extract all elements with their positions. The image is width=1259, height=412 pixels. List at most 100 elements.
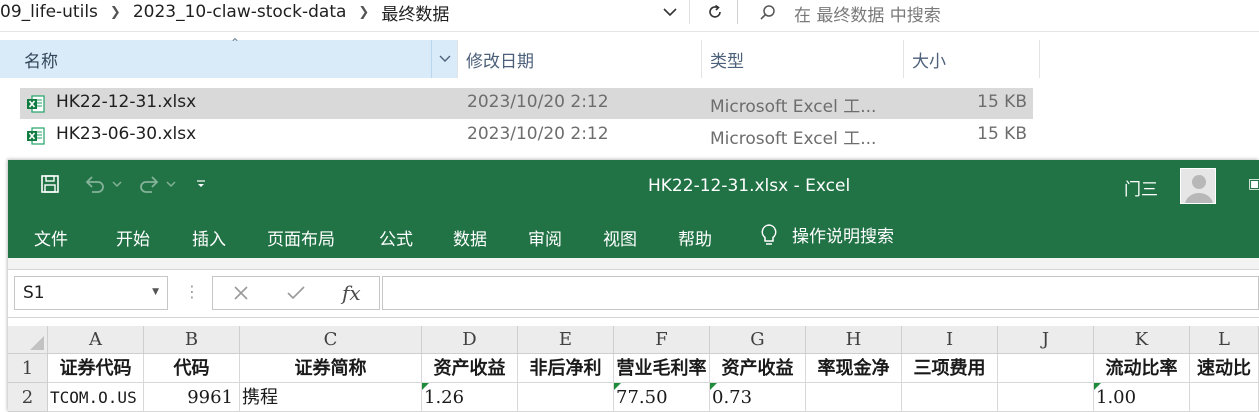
cell-f1[interactable]: 营业毛利率	[614, 354, 710, 383]
insert-function-button[interactable]: fx	[324, 277, 379, 309]
column-header-g[interactable]: G	[710, 326, 806, 354]
column-header-j[interactable]: J	[998, 326, 1094, 354]
cell-j1[interactable]	[998, 354, 1094, 383]
redo-dropdown[interactable]	[166, 181, 176, 188]
cell-value: 1.26	[424, 387, 465, 408]
user-icon	[1185, 175, 1213, 203]
breadcrumb-item[interactable]: 09_life-utils	[0, 2, 98, 22]
worksheet-grid: ABCDEFGHIJKL 1 2 证券代码 代码 证券简称 资产收益 非后净利 营业毛利率 资产…	[8, 326, 1259, 412]
chevron-right-icon: ❯	[109, 4, 121, 20]
cell-d1[interactable]: 资产收益	[422, 354, 518, 383]
cell-h2[interactable]	[806, 383, 902, 412]
excel-window: HK22-12-31.xlsx - Excel 门三 ▣ 文件 开始 插入 页面…	[8, 160, 1259, 412]
cell-l1[interactable]: 速动比	[1190, 354, 1259, 383]
cell-i1[interactable]: 三项费用	[902, 354, 998, 383]
cell-c2[interactable]: 携程	[240, 383, 422, 412]
refresh-button[interactable]	[692, 0, 738, 24]
redo-icon	[140, 176, 159, 193]
cancel-button[interactable]	[213, 277, 268, 309]
column-header-row: ⌃ 名称 修改日期 类型 大小	[0, 36, 1040, 78]
cell-f2[interactable]: 77.50	[614, 383, 710, 412]
formula-bar-splitter[interactable]: ⋮	[184, 282, 200, 301]
search-box[interactable]: 在 最终数据 中搜索	[750, 0, 1259, 26]
cell-e1[interactable]: 非后净利	[518, 354, 614, 383]
cell-g2[interactable]: 0.73	[710, 383, 806, 412]
cell-d2[interactable]: 1.26	[422, 383, 518, 412]
tab-insert[interactable]: 插入	[192, 225, 226, 250]
cell-j2[interactable]	[998, 383, 1094, 412]
name-box[interactable]: S1 ▼	[14, 276, 168, 310]
breadcrumb-item[interactable]: 最终数据	[381, 0, 449, 25]
cell-k2[interactable]: 1.00	[1094, 383, 1190, 412]
row-header-2[interactable]: 2	[8, 383, 48, 412]
cell-k1[interactable]: 流动比率	[1094, 354, 1190, 383]
cell-h1[interactable]: 率现金净	[806, 354, 902, 383]
column-header-b[interactable]: B	[144, 326, 240, 354]
file-row[interactable]: HK22-12-31.xlsx 2023/10/20 2:12 Microsof…	[20, 88, 1033, 119]
select-all-button[interactable]	[8, 326, 48, 354]
chevron-down-icon	[439, 55, 450, 62]
column-filter-button[interactable]	[431, 40, 457, 78]
column-header-f[interactable]: F	[614, 326, 710, 354]
tab-file[interactable]: 文件	[34, 225, 68, 250]
chevron-down-icon[interactable]: ▼	[152, 287, 159, 297]
file-explorer: 09_life-utils ❯ 2023_10-claw-stock-data …	[0, 0, 1259, 160]
tab-page-layout[interactable]: 页面布局	[267, 225, 335, 250]
address-history-button[interactable]	[650, 0, 690, 24]
column-header-i[interactable]: I	[902, 326, 998, 354]
column-header-c[interactable]: C	[240, 326, 422, 354]
tab-home[interactable]: 开始	[116, 225, 150, 250]
ribbon-display-options-icon[interactable]: ▣	[1248, 176, 1259, 192]
fx-icon: fx	[341, 281, 361, 305]
column-header-l[interactable]: L	[1190, 326, 1259, 354]
cell-a1[interactable]: 证券代码	[48, 354, 144, 383]
cell-e2[interactable]	[518, 383, 614, 412]
tab-help[interactable]: 帮助	[678, 225, 712, 250]
undo-icon	[85, 176, 104, 193]
tab-formulas[interactable]: 公式	[379, 225, 413, 250]
column-header-size[interactable]: 大小	[904, 40, 1040, 78]
column-header-k[interactable]: K	[1094, 326, 1190, 354]
row-header-1[interactable]: 1	[8, 354, 48, 383]
column-header-a[interactable]: A	[48, 326, 144, 354]
error-indicator-icon	[614, 383, 621, 390]
redo-button[interactable]	[138, 174, 160, 194]
tab-data[interactable]: 数据	[453, 225, 487, 250]
file-row[interactable]: HK23-06-30.xlsx 2023/10/20 2:12 Microsof…	[20, 120, 1033, 151]
tab-review[interactable]: 审阅	[528, 225, 562, 250]
column-header-d[interactable]: D	[422, 326, 518, 354]
document-title: HK22-12-31.xlsx - Excel	[648, 176, 851, 196]
cell-g1[interactable]: 资产收益	[710, 354, 806, 383]
undo-button[interactable]	[84, 174, 106, 194]
user-name[interactable]: 门三	[1124, 175, 1158, 200]
search-input[interactable]: 在 最终数据 中搜索	[794, 1, 941, 26]
enter-button[interactable]	[268, 277, 323, 309]
column-header-type[interactable]: 类型	[702, 40, 904, 78]
column-header-h[interactable]: H	[806, 326, 902, 354]
tell-me-search[interactable]: 操作说明搜索	[760, 222, 894, 247]
ribbon-collapsed	[8, 258, 1259, 270]
cell-b1[interactable]: 代码	[144, 354, 240, 383]
formula-input[interactable]	[382, 276, 1259, 310]
column-header-date[interactable]: 修改日期	[458, 40, 702, 78]
breadcrumb-item[interactable]: 2023_10-claw-stock-data	[133, 2, 347, 22]
customize-qat-button[interactable]	[196, 179, 206, 189]
file-type: Microsoft Excel 工...	[710, 97, 877, 117]
column-header-e[interactable]: E	[518, 326, 614, 354]
column-header-label: 修改日期	[466, 51, 534, 72]
avatar[interactable]	[1180, 168, 1216, 204]
cell-a2[interactable]: TCOM.O.US	[48, 383, 144, 412]
undo-dropdown[interactable]	[112, 181, 122, 188]
name-box-value: S1	[23, 283, 45, 303]
cell-l2[interactable]	[1190, 383, 1259, 412]
column-header-name[interactable]: ⌃ 名称	[0, 36, 458, 78]
quick-access-toolbar	[40, 174, 206, 194]
save-button[interactable]	[40, 174, 60, 194]
tab-view[interactable]: 视图	[603, 225, 637, 250]
cell-c1[interactable]: 证券简称	[240, 354, 422, 383]
cell-i2[interactable]	[902, 383, 998, 412]
cell-value: 0.73	[712, 387, 753, 408]
error-indicator-icon	[1094, 383, 1101, 390]
breadcrumb[interactable]: 09_life-utils ❯ 2023_10-claw-stock-data …	[0, 0, 449, 25]
cell-b2[interactable]: 9961	[144, 383, 240, 412]
